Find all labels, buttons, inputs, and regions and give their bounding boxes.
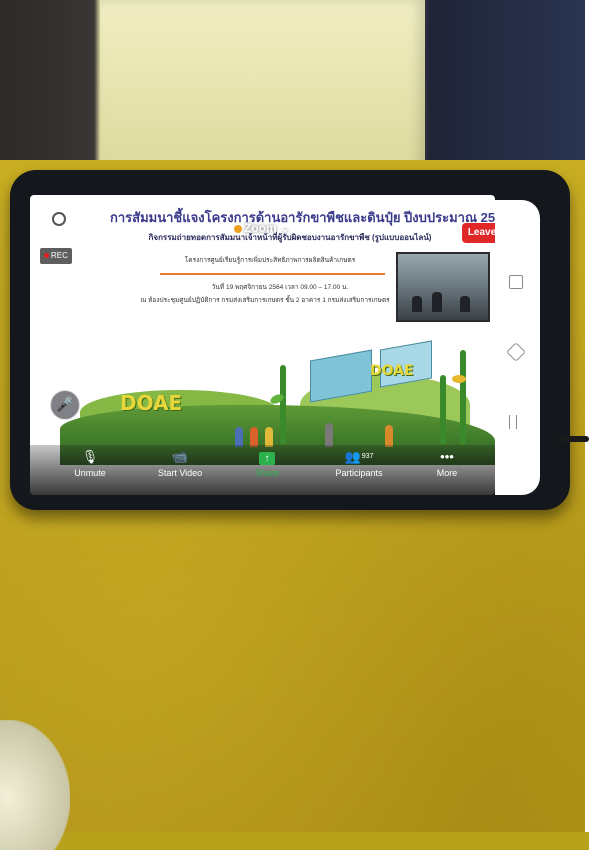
recording-badge: REC xyxy=(40,248,72,264)
slide-subtitle: กิจกรรมถ่ายทอดการสัมมนาเจ้าหน้าที่ผู้รับ… xyxy=(148,233,432,242)
logo-right: DOAE xyxy=(370,363,414,379)
speaker-icon[interactable] xyxy=(52,212,66,226)
background-object xyxy=(0,720,70,850)
microphone-float-icon[interactable]: 🎤 xyxy=(50,390,80,420)
background-tissue-box xyxy=(100,0,425,175)
illustration-farmer xyxy=(325,423,333,447)
participant-video-thumbnail[interactable] xyxy=(396,252,490,322)
leave-button[interactable]: Leave xyxy=(462,223,495,243)
slide-illustration: DOAE DOAE xyxy=(60,325,495,465)
more-icon: ••• xyxy=(440,449,454,464)
corn-leaf xyxy=(452,375,466,383)
slide-project-name: โครงการศูนย์เรียนรู้การเพิ่มประสิทธิภาพก… xyxy=(184,257,356,264)
back-button[interactable] xyxy=(509,415,517,429)
share-button[interactable]: ↑ Share xyxy=(250,449,284,478)
share-label: Share xyxy=(254,468,280,478)
slide-venue: ณ ห้องประชุมศูนย์ปฏิบัติการ กรมส่งเสริมก… xyxy=(140,297,390,304)
image-border xyxy=(585,0,589,832)
recent-apps-button[interactable] xyxy=(509,275,523,289)
participants-icon: 👥937 xyxy=(344,449,374,464)
slide-date: วันที่ 19 พฤศจิกายน 2564 เวลา 09.00 – 17… xyxy=(211,284,349,291)
charging-cable xyxy=(556,436,589,442)
mic-muted-icon: 🎙 xyxy=(81,449,99,464)
illustration-farmer xyxy=(385,425,393,447)
participant-figure xyxy=(432,292,442,312)
rec-label: REC xyxy=(51,251,68,260)
more-label: More xyxy=(436,468,458,478)
more-button[interactable]: ••• More xyxy=(432,449,462,478)
unmute-button[interactable]: 🎙 Unmute xyxy=(70,449,110,478)
illustration-farmer xyxy=(265,427,273,447)
illustration-farmer xyxy=(235,427,243,447)
unmute-label: Unmute xyxy=(74,468,106,478)
participant-figure xyxy=(460,296,470,312)
participants-button[interactable]: 👥937 Participants xyxy=(330,449,388,478)
illustration-farmer xyxy=(250,427,258,447)
participant-figure xyxy=(412,296,422,312)
corn-plant xyxy=(460,350,466,445)
video-off-icon: 📹 xyxy=(171,449,189,464)
corn-plant xyxy=(280,365,286,445)
participants-label: Participants xyxy=(335,468,383,478)
start-video-button[interactable]: 📹 Start Video xyxy=(152,449,208,478)
android-nav-bar xyxy=(495,200,540,495)
record-dot-icon xyxy=(44,253,49,259)
slide-divider xyxy=(160,273,385,275)
slide-title: การสัมมนาชี้แจงโครงการด้านอารักขาพืชและด… xyxy=(110,210,495,225)
logo-left: DOAE xyxy=(120,391,183,415)
start-video-label: Start Video xyxy=(157,468,203,478)
participants-count: 937 xyxy=(361,453,374,460)
meeting-toolbar: 🎙 Unmute 📹 Start Video ↑ Share 👥937 Part… xyxy=(30,445,495,495)
home-button[interactable] xyxy=(506,342,526,362)
share-icon: ↑ xyxy=(250,449,284,465)
corn-plant xyxy=(440,375,446,445)
